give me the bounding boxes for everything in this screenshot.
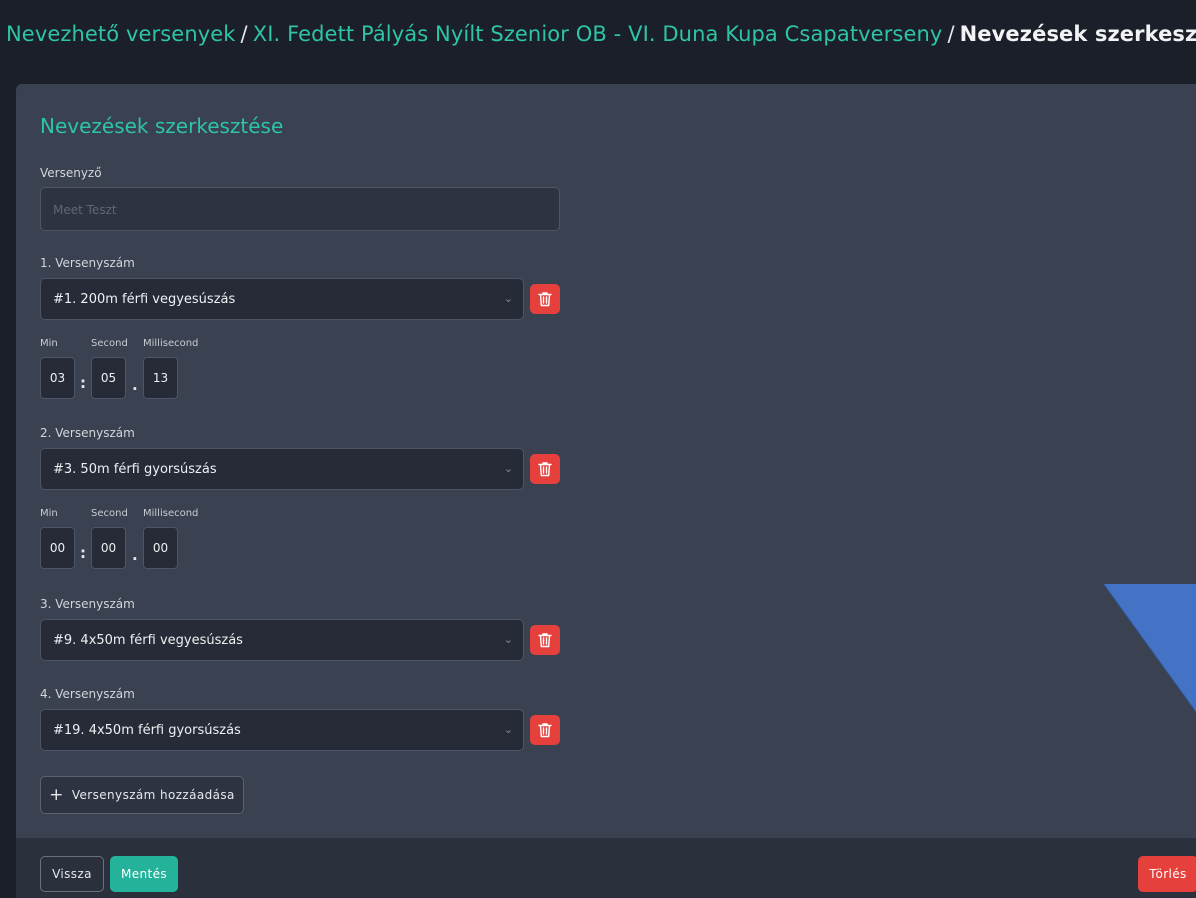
event-3-select[interactable]: #9. 4x50m férfi vegyesúszás ⌄ xyxy=(40,619,524,661)
edit-entries-panel: Nevezések szerkesztése Versenyző Meet Te… xyxy=(16,84,1196,838)
event-2-min-label: Min xyxy=(40,508,58,519)
annotation-arrow-shape xyxy=(1102,584,1196,713)
competitor-field[interactable]: Meet Teszt xyxy=(40,187,560,231)
breadcrumb-link-entries[interactable]: Nevezhető versenyek xyxy=(6,22,236,46)
event-1-delete-button[interactable] xyxy=(530,284,560,314)
event-2-second-label: Second xyxy=(91,508,128,519)
trash-icon xyxy=(538,633,552,648)
time-colon: : xyxy=(80,374,86,392)
event-2-ms-label: Millisecond xyxy=(143,508,199,519)
page-title: Nevezések szerkesztése xyxy=(40,114,284,138)
event-2-select[interactable]: #3. 50m férfi gyorsúszás ⌄ xyxy=(40,448,524,490)
chevron-down-icon: ⌄ xyxy=(503,633,513,646)
time-dot: . xyxy=(132,376,138,394)
event-2-label: 2. Versenyszám xyxy=(40,426,135,440)
event-2-delete-button[interactable] xyxy=(530,454,560,484)
event-2-ms-input[interactable]: 00 xyxy=(143,527,178,569)
delete-button[interactable]: Törlés xyxy=(1138,856,1196,892)
event-2-min-input[interactable]: 00 xyxy=(40,527,75,569)
trash-icon xyxy=(538,462,552,477)
event-3-value: #9. 4x50m férfi vegyesúszás xyxy=(53,633,243,648)
trash-icon xyxy=(538,723,552,738)
plus-icon: + xyxy=(49,785,64,805)
event-1-min-label: Min xyxy=(40,338,58,349)
breadcrumb-current: Nevezések szerkesztése xyxy=(959,22,1196,46)
event-1-ms-input[interactable]: 13 xyxy=(143,357,178,399)
event-2-value: #3. 50m férfi gyorsúszás xyxy=(53,462,217,477)
add-event-button[interactable]: + Versenyszám hozzáadása xyxy=(40,776,244,814)
event-4-select[interactable]: #19. 4x50m férfi gyorsúszás ⌄ xyxy=(40,709,524,751)
event-1-second-label: Second xyxy=(91,338,128,349)
time-dot: . xyxy=(132,546,138,564)
event-3-delete-button[interactable] xyxy=(530,625,560,655)
event-1-value: #1. 200m férfi vegyesúszás xyxy=(53,292,236,307)
event-4-delete-button[interactable] xyxy=(530,715,560,745)
event-1-label: 1. Versenyszám xyxy=(40,256,135,270)
event-4-label: 4. Versenyszám xyxy=(40,687,135,701)
event-2-second-input[interactable]: 00 xyxy=(91,527,126,569)
event-1-second-input[interactable]: 05 xyxy=(91,357,126,399)
time-colon: : xyxy=(80,544,86,562)
save-button[interactable]: Mentés xyxy=(110,856,178,892)
competitor-label: Versenyző xyxy=(40,166,102,180)
competitor-placeholder: Meet Teszt xyxy=(53,203,117,217)
trash-icon xyxy=(538,292,552,307)
breadcrumb-link-competition[interactable]: XI. Fedett Pályás Nyílt Szenior OB - VI.… xyxy=(253,22,943,46)
breadcrumb-separator: / xyxy=(240,22,248,46)
add-event-label: Versenyszám hozzáadása xyxy=(71,788,235,802)
chevron-down-icon: ⌄ xyxy=(503,462,513,475)
event-3-label: 3. Versenyszám xyxy=(40,597,135,611)
event-1-select[interactable]: #1. 200m férfi vegyesúszás ⌄ xyxy=(40,278,524,320)
event-1-min-input[interactable]: 03 xyxy=(40,357,75,399)
event-4-value: #19. 4x50m férfi gyorsúszás xyxy=(53,723,241,738)
breadcrumb: Nevezhető versenyek / XI. Fedett Pályás Ny… xyxy=(6,22,1196,46)
breadcrumb-separator: / xyxy=(947,22,955,46)
chevron-down-icon: ⌄ xyxy=(503,723,513,736)
back-button[interactable]: Vissza xyxy=(40,856,104,892)
form-footer: Vissza Mentés Törlés xyxy=(16,838,1196,898)
chevron-down-icon: ⌄ xyxy=(503,292,513,305)
event-1-ms-label: Millisecond xyxy=(143,338,199,349)
